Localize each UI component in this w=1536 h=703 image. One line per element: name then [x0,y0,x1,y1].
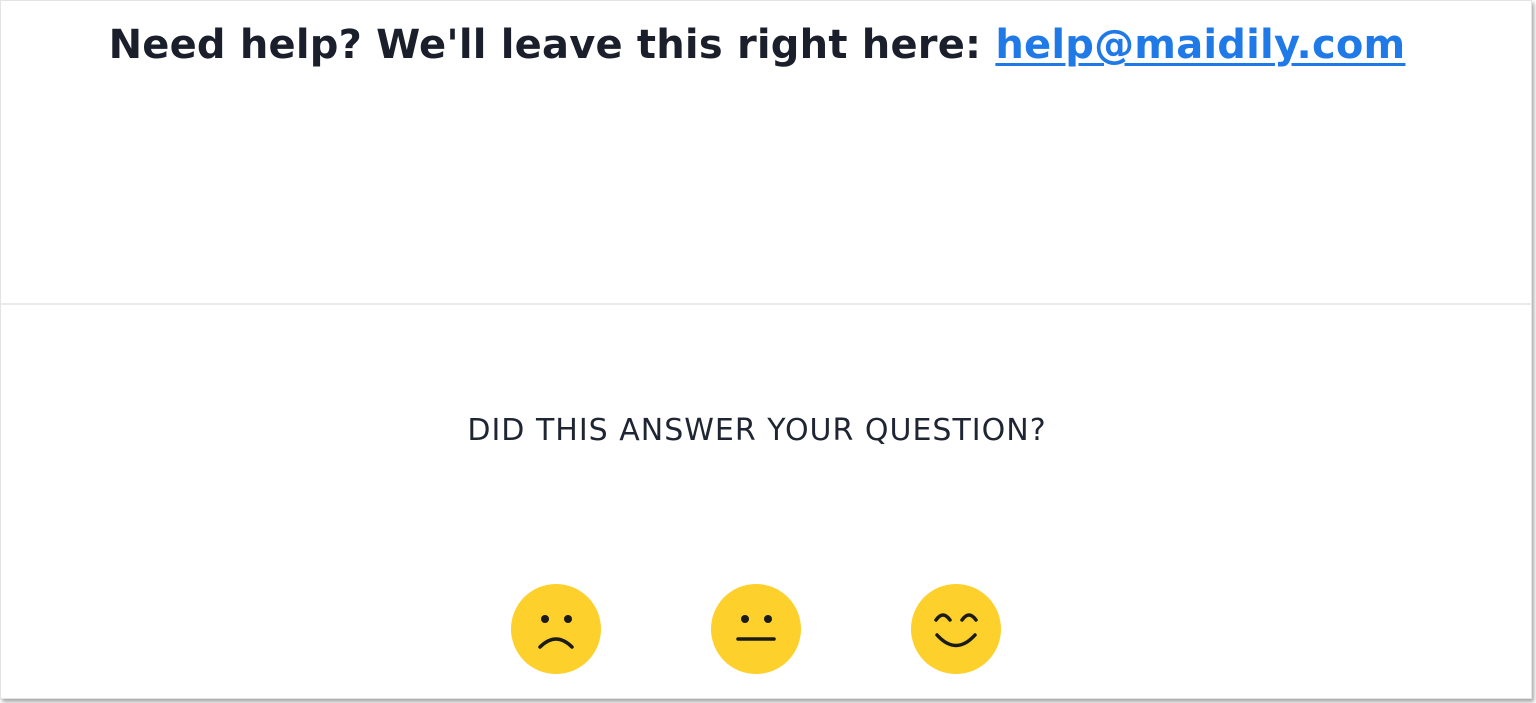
reaction-sad-button[interactable] [511,584,601,674]
help-email-link[interactable]: help@maidily.com [995,22,1405,68]
feedback-question: DID THIS ANSWER YOUR QUESTION? [467,413,1047,448]
frowning-face-icon [538,615,574,649]
help-article-footer: Need help? We'll leave this right here: … [0,0,1532,699]
help-contact-section: Need help? We'll leave this right here: … [1,1,1531,303]
reaction-happy-button[interactable] [911,584,1001,674]
reaction-neutral-button[interactable] [711,584,801,674]
help-contact-text: Need help? We'll leave this right here: … [1,15,1513,75]
smiling-face-icon [934,613,978,648]
article-feedback-section: DID THIS ANSWER YOUR QUESTION? [1,305,1531,698]
help-contact-prefix: Need help? We'll leave this right here: [108,22,996,68]
neutral-face-icon [736,615,776,641]
